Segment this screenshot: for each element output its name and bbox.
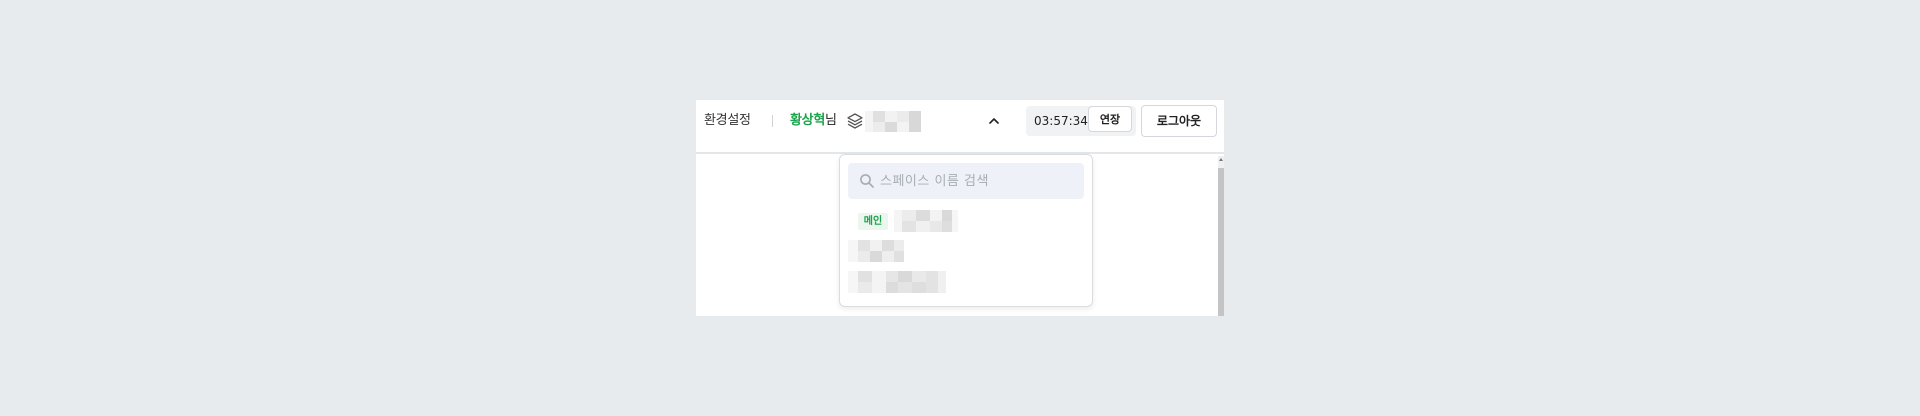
extend-session-button[interactable]: 연장 — [1088, 106, 1132, 132]
header-divider — [772, 115, 773, 127]
space-name-redacted — [848, 271, 948, 293]
current-space-name-redacted[interactable] — [865, 111, 921, 132]
space-list-item[interactable] — [840, 267, 1092, 295]
user-greeting: 황상혁님 — [790, 100, 837, 142]
layers-icon — [847, 113, 863, 129]
space-name-redacted — [894, 210, 958, 232]
app-window: 환경설정 황상혁님 03:57:34 연장 로그아웃 스페이스 이름 검색 메인 — [696, 100, 1224, 316]
scroll-up-arrow-icon[interactable] — [1219, 158, 1223, 161]
session-timer: 03:57:34 — [1034, 114, 1088, 128]
scroll-thumb[interactable] — [1218, 168, 1224, 316]
user-name: 황상혁 — [790, 113, 825, 128]
page-scrollbar[interactable] — [1218, 156, 1224, 316]
settings-link[interactable]: 환경설정 — [704, 100, 751, 142]
space-list-item[interactable] — [840, 237, 1092, 265]
chevron-up-icon[interactable] — [987, 114, 1001, 128]
user-suffix: 님 — [824, 113, 837, 128]
space-switcher-dropdown: 메인 — [839, 154, 1093, 307]
space-name-redacted — [848, 240, 912, 262]
space-list-item-main[interactable]: 메인 — [840, 207, 1092, 235]
space-search-box[interactable] — [848, 163, 1084, 199]
logout-button[interactable]: 로그아웃 — [1141, 105, 1217, 137]
search-icon — [860, 174, 874, 188]
space-search-input[interactable] — [880, 163, 1076, 199]
main-space-badge: 메인 — [858, 213, 888, 230]
top-header: 환경설정 황상혁님 03:57:34 연장 로그아웃 — [696, 100, 1224, 154]
